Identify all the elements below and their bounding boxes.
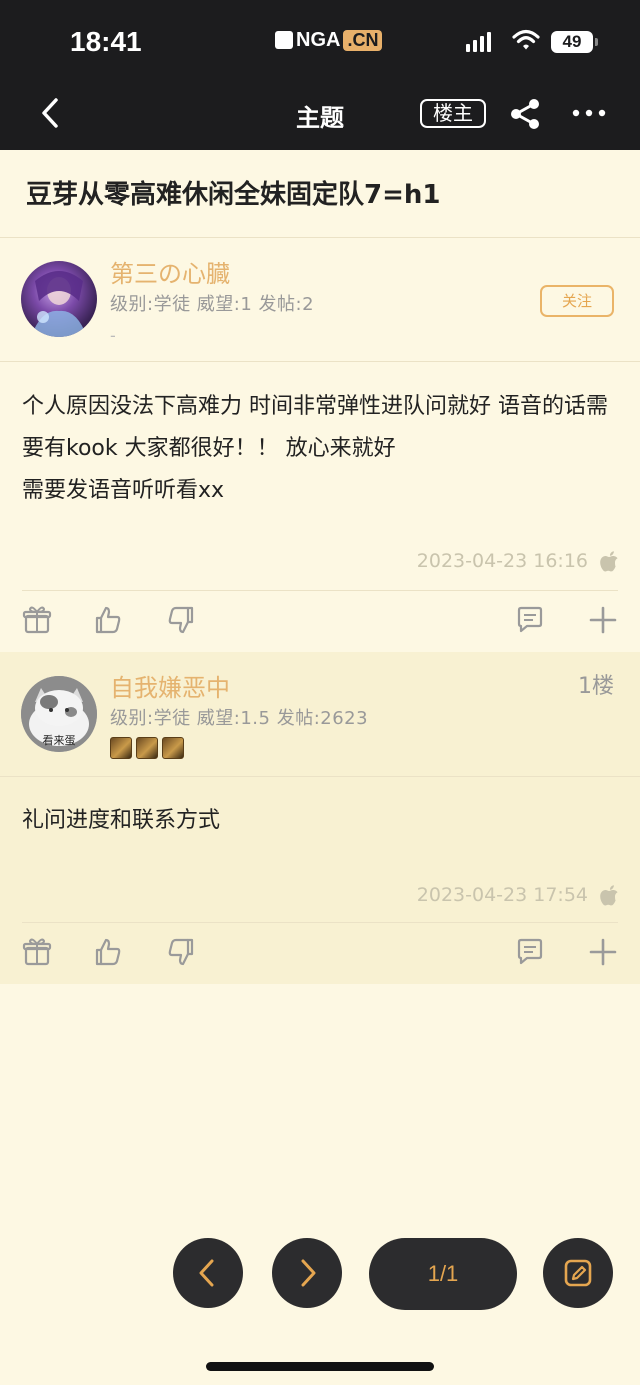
gift-icon[interactable] — [22, 937, 52, 967]
avatar[interactable] — [21, 261, 97, 337]
wifi-icon — [512, 29, 540, 50]
gift-icon[interactable] — [22, 605, 52, 635]
post-timestamp: 2023-04-23 17:54 — [416, 884, 588, 906]
home-indicator[interactable] — [206, 1362, 434, 1371]
user-meta: 级别:学徒 威望:1.5 发帖:2623 — [110, 708, 369, 729]
post-header-divider — [0, 776, 640, 777]
brand-text: NGA — [296, 28, 341, 51]
prev-page-button[interactable] — [173, 1238, 243, 1308]
actions-divider — [22, 922, 618, 923]
post-content: 礼问进度和联系方式 — [22, 808, 221, 833]
apple-icon — [600, 551, 618, 572]
avatar-image — [31, 271, 87, 337]
plus-icon[interactable] — [588, 937, 618, 967]
post-content: 个人原因没法下高难力 时间非常弹性进队问就好 语音的话需要有kook 大家都很好… — [22, 394, 608, 503]
actions-divider — [22, 590, 618, 591]
brand-logo: NGA .CN — [275, 28, 383, 52]
follow-button[interactable]: 关注 — [540, 285, 614, 317]
brand-suffix: .CN — [343, 29, 383, 51]
avatar[interactable]: 看来蛋 — [21, 676, 97, 752]
post-op: 第三の心臓 级别:学徒 威望:1 发帖:2 - 关注 个人原因没法下高难力 时间… — [0, 238, 640, 651]
avatar-image: 看来蛋 — [21, 676, 97, 752]
thumbs-down-icon[interactable] — [166, 605, 196, 635]
battery-indicator: 49 — [551, 31, 598, 53]
username[interactable]: 第三の心臓 — [110, 254, 230, 289]
op-only-button[interactable]: 楼主 — [420, 99, 486, 128]
floor-number: 1楼 — [578, 674, 614, 699]
post-timestamp: 2023-04-23 16:16 — [416, 550, 588, 572]
chevron-right-icon — [301, 1259, 316, 1287]
thumbs-up-icon[interactable] — [93, 937, 123, 967]
back-chevron-icon[interactable] — [36, 95, 66, 131]
badge-icon — [136, 737, 158, 759]
cellular-signal-icon — [466, 30, 491, 52]
status-time: 18:41 — [70, 26, 142, 57]
user-signature: - — [110, 326, 116, 345]
more-icon[interactable] — [570, 100, 608, 126]
badge-icon — [110, 737, 132, 759]
thread-title: 豆芽从零高难休闲全妹固定队7=h1 — [26, 180, 441, 210]
plus-icon[interactable] — [588, 605, 618, 635]
nav-title: 主题 — [296, 104, 344, 132]
chevron-left-icon — [199, 1259, 214, 1287]
thumbs-down-icon[interactable] — [166, 937, 196, 967]
badge-icon — [162, 737, 184, 759]
page-indicator[interactable]: 1/1 — [369, 1238, 517, 1310]
user-badges — [110, 737, 184, 759]
edit-icon — [564, 1259, 592, 1287]
thumbs-up-icon[interactable] — [93, 605, 123, 635]
top-bar: 18:41 NGA .CN 49 主题 楼主 — [0, 0, 640, 150]
apple-icon — [600, 885, 618, 906]
comment-icon[interactable] — [515, 605, 545, 635]
comment-icon[interactable] — [515, 937, 545, 967]
user-meta: 级别:学徒 威望:1 发帖:2 — [110, 294, 315, 315]
compose-button[interactable] — [543, 1238, 613, 1308]
username[interactable]: 自我嫌恶中 — [110, 668, 230, 703]
post-reply: 看来蛋 自我嫌恶中 1楼 级别:学徒 威望:1.5 发帖:2623 礼问进度和联… — [0, 652, 640, 984]
next-page-button[interactable] — [272, 1238, 342, 1308]
post-header-divider — [0, 361, 640, 362]
avatar-text: 看来蛋 — [43, 733, 76, 747]
share-icon[interactable] — [508, 97, 542, 131]
nga-fist-icon — [275, 31, 293, 49]
